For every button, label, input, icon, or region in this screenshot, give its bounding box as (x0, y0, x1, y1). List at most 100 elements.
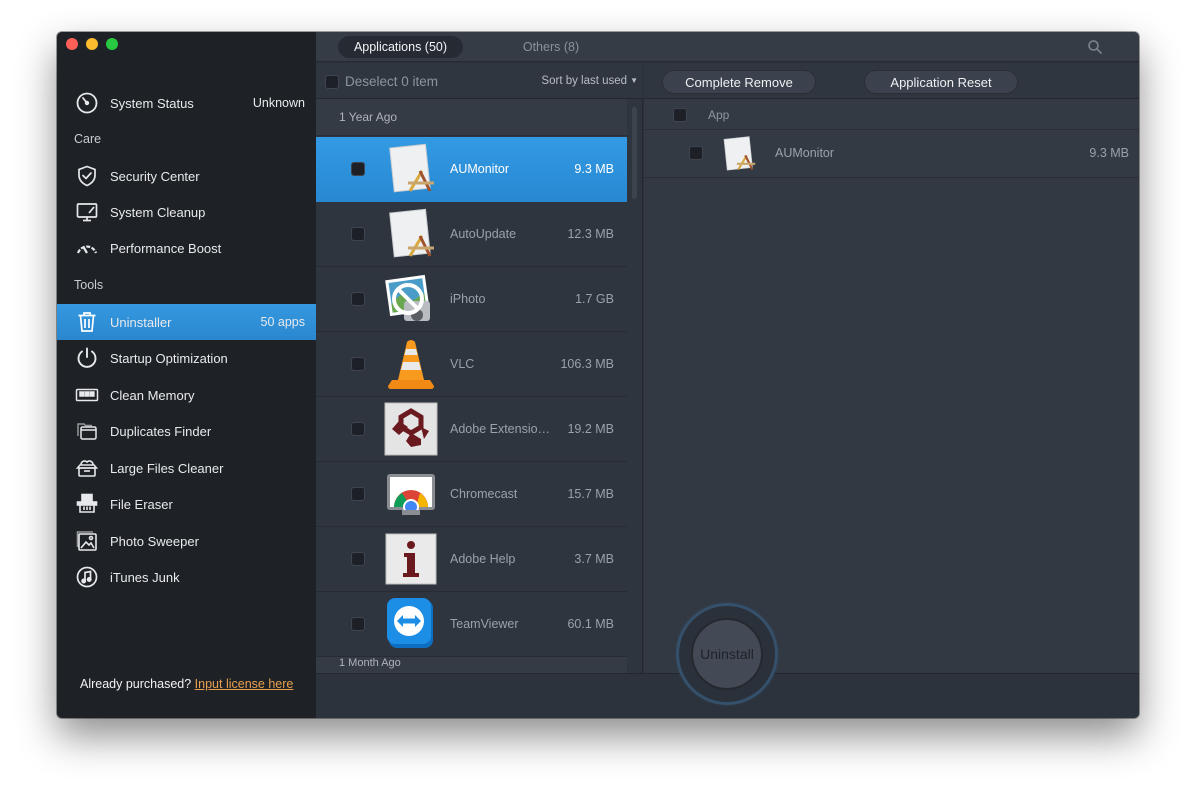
app-name: Adobe Help (450, 552, 516, 566)
list-scrollbar[interactable] (632, 107, 637, 199)
detail-app-name: AUMonitor (775, 146, 835, 160)
input-license-link[interactable]: Input license here (195, 677, 294, 691)
sidebar-item-itunes-junk[interactable]: iTunes Junk (57, 559, 316, 595)
maximize-window-button[interactable] (106, 38, 118, 50)
xcode-doc-icon (384, 141, 438, 197)
row-checkbox[interactable] (351, 487, 365, 501)
xcode-doc-icon (720, 134, 758, 174)
teamviewer-icon (384, 596, 438, 652)
apps-count-badge: 50 apps (260, 315, 305, 329)
app-size: 3.7 MB (574, 552, 614, 566)
sidebar-item-duplicates-finder[interactable]: Duplicates Finder (57, 413, 316, 449)
license-prompt: Already purchased? Input license here (80, 677, 293, 691)
memory-chip-icon (74, 382, 100, 408)
app-size: 1.7 GB (575, 292, 614, 306)
sidebar-item-photo-sweeper[interactable]: Photo Sweeper (57, 523, 316, 559)
search-icon[interactable] (1087, 39, 1103, 55)
row-checkbox[interactable] (351, 292, 365, 306)
detail-item-checkbox[interactable] (689, 146, 703, 160)
uninstall-button-ring: Uninstall (679, 606, 775, 702)
app-name: iPhoto (450, 292, 486, 306)
row-checkbox[interactable] (351, 357, 365, 371)
deselect-control[interactable]: Deselect 0 item (325, 74, 438, 89)
deselect-label: Deselect 0 item (345, 74, 439, 89)
monitor-broom-icon (74, 199, 100, 225)
app-size: 60.1 MB (567, 617, 614, 631)
sidebar-item-label: File Eraser (110, 496, 173, 512)
sidebar-item-label: Clean Memory (110, 387, 195, 403)
detail-item-row[interactable]: AUMonitor 9.3 MB (644, 130, 1139, 178)
group-header: 1 Year Ago (316, 99, 627, 136)
app-list-panel: Deselect 0 item Sort by last used ▼ 1 Yea… (316, 63, 643, 673)
basket-icon (74, 455, 100, 481)
sidebar-item-system-cleanup[interactable]: System Cleanup (57, 194, 316, 230)
top-bar: Applications (50) Others (8) (316, 32, 1139, 62)
sidebar-item-label: Duplicates Finder (110, 423, 212, 439)
sidebar-item-label: Large Files Cleaner (110, 460, 224, 476)
window-controls (66, 38, 118, 50)
xcode-doc-icon (384, 206, 438, 262)
row-checkbox[interactable] (351, 162, 365, 176)
sidebar-item-file-eraser[interactable]: File Eraser (57, 486, 316, 522)
app-row[interactable]: TeamViewer 60.1 MB (316, 592, 627, 657)
sidebar-item-startup-optimization[interactable]: Startup Optimization (57, 340, 316, 376)
gauge-icon (74, 90, 100, 116)
sidebar-item-system-status[interactable]: System Status Unknown (57, 85, 316, 121)
complete-remove-button[interactable]: Complete Remove (662, 70, 816, 94)
vlc-cone-icon (384, 336, 438, 392)
sort-dropdown[interactable]: Sort by last used ▼ (541, 75, 638, 87)
app-name: Adobe Extensio… (450, 422, 551, 436)
app-row[interactable]: VLC 106.3 MB (316, 332, 627, 397)
section-label-care: Care (74, 132, 102, 146)
license-question: Already purchased? (80, 677, 192, 691)
photo-icon (74, 528, 100, 554)
sort-label: Sort by last used (541, 75, 628, 87)
sidebar-item-label: Startup Optimization (110, 350, 228, 366)
shield-check-icon (74, 163, 100, 189)
app-size: 19.2 MB (567, 422, 614, 436)
app-row[interactable]: AUMonitor 9.3 MB (316, 137, 627, 202)
iphoto-icon (384, 271, 438, 327)
row-checkbox[interactable] (351, 552, 365, 566)
app-name: AutoUpdate (450, 227, 517, 241)
sidebar-item-security-center[interactable]: Security Center (57, 158, 316, 194)
power-icon (74, 345, 100, 371)
sidebar-item-label: Uninstaller (110, 314, 172, 330)
app-size: 9.3 MB (574, 162, 614, 176)
row-checkbox[interactable] (351, 227, 365, 241)
select-all-checkbox[interactable] (325, 74, 339, 89)
app-row[interactable]: Adobe Extensio… 19.2 MB (316, 397, 627, 462)
speedometer-icon (74, 235, 100, 261)
app-row[interactable]: iPhoto 1.7 GB (316, 267, 627, 332)
app-row[interactable]: Adobe Help 3.7 MB (316, 527, 627, 592)
minimize-window-button[interactable] (86, 38, 98, 50)
detail-select-all-checkbox[interactable] (673, 108, 687, 122)
row-checkbox[interactable] (351, 617, 365, 631)
app-size: 12.3 MB (567, 227, 614, 241)
chromecast-icon (384, 466, 438, 522)
folders-icon (74, 418, 100, 444)
tab-applications[interactable]: Applications (50) (338, 36, 463, 58)
application-reset-button[interactable]: Application Reset (864, 70, 1018, 94)
app-window: System Status Unknown Care Security Cent… (57, 32, 1139, 718)
app-name: VLC (450, 357, 475, 371)
sidebar-item-large-files-cleaner[interactable]: Large Files Cleaner (57, 450, 316, 486)
uninstall-button[interactable]: Uninstall (691, 618, 763, 690)
system-status-value: Unknown (252, 96, 305, 110)
sidebar: System Status Unknown Care Security Cent… (57, 32, 316, 718)
music-note-icon (74, 564, 100, 590)
sidebar-item-label: Photo Sweeper (110, 533, 199, 549)
tab-others[interactable]: Others (8) (511, 36, 591, 58)
sidebar-item-uninstaller[interactable]: Uninstaller 50 apps (57, 304, 316, 340)
sidebar-item-performance-boost[interactable]: Performance Boost (57, 230, 316, 266)
detail-column-header: App (644, 100, 1139, 130)
app-row[interactable]: AutoUpdate 12.3 MB (316, 202, 627, 267)
close-window-button[interactable] (66, 38, 78, 50)
adobe-extension-icon (384, 401, 438, 457)
app-size: 15.7 MB (567, 487, 614, 501)
sidebar-item-clean-memory[interactable]: Clean Memory (57, 377, 316, 413)
app-row[interactable]: Chromecast 15.7 MB (316, 462, 627, 527)
detail-actions: Complete Remove Application Reset (644, 63, 1139, 99)
row-checkbox[interactable] (351, 422, 365, 436)
sidebar-item-label: iTunes Junk (110, 569, 180, 585)
